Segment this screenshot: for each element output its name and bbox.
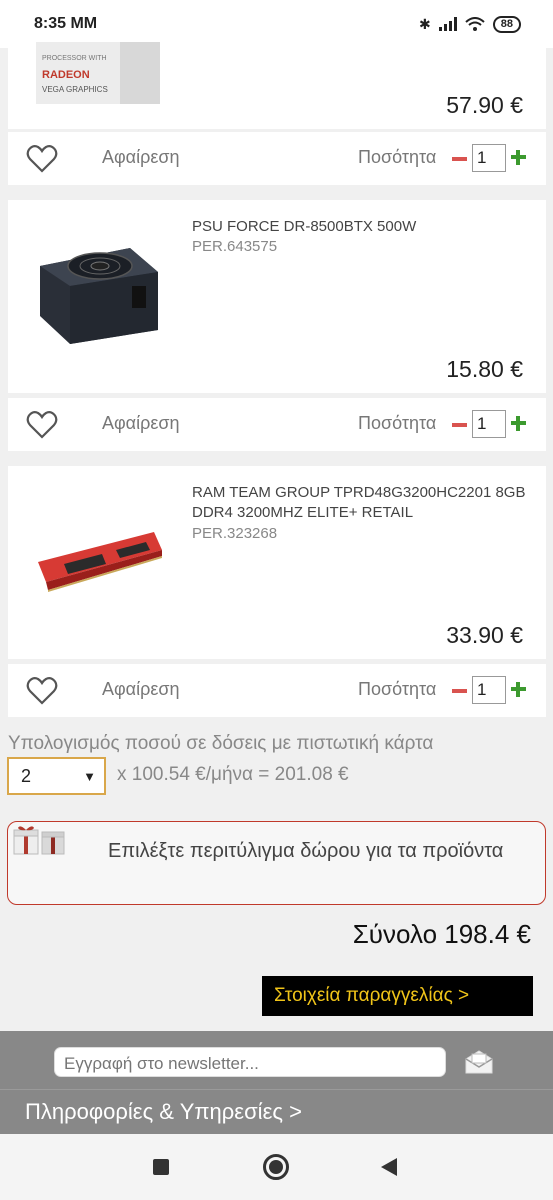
quantity-label: Ποσότητα: [358, 147, 437, 167]
wishlist-heart-icon[interactable]: [26, 144, 58, 174]
quantity-label: Ποσότητα: [358, 679, 437, 699]
cart-item-card: RAM TEAM GROUP TPRD48G3200HC2201 8GB DDR…: [8, 466, 546, 659]
remove-button[interactable]: Αφαίρεση: [102, 413, 179, 434]
bluetooth-icon: ✱: [419, 15, 431, 32]
cart-item-card: PSU FORCE DR-8500BTX 500W PER.643575 15.…: [8, 200, 546, 393]
wishlist-heart-icon[interactable]: [26, 410, 58, 440]
remove-button[interactable]: Αφαίρεση: [102, 679, 179, 700]
info-services-link[interactable]: Πληροφορίες & Υπηρεσίες >: [25, 1099, 302, 1125]
envelope-icon[interactable]: [464, 1049, 494, 1075]
system-navigation-bar: [0, 1134, 553, 1200]
home-icon[interactable]: [263, 1154, 289, 1180]
product-name[interactable]: RAM TEAM GROUP TPRD48G3200HC2201 8GB DDR…: [192, 483, 532, 523]
product-image: PROCESSOR WITH RADEON VEGA GRAPHICS: [36, 42, 160, 104]
quantity-label: Ποσότητα: [358, 413, 437, 433]
item-actions: Αφαίρεση Ποσότητα 1: [8, 398, 546, 451]
remove-button[interactable]: Αφαίρεση: [102, 147, 179, 168]
order-details-button[interactable]: Στοιχεία παραγγελίας >: [262, 976, 533, 1016]
signal-icon: [438, 17, 457, 31]
item-price: 33.90 €: [446, 622, 523, 648]
box-text-radeon: RADEON: [42, 69, 90, 81]
quantity-input[interactable]: 1: [472, 410, 506, 438]
installments-selected-value: 2: [21, 766, 32, 786]
status-icons: ✱ 88: [419, 15, 521, 33]
installments-label: Υπολογισμός ποσού σε δόσεις με πιστωτική…: [8, 733, 434, 754]
decrease-quantity-button[interactable]: [452, 157, 467, 161]
wifi-icon: [465, 16, 485, 31]
newsletter-bar: [0, 1031, 553, 1089]
battery-icon: 88: [492, 15, 521, 33]
box-text-vega: VEGA GRAPHICS: [42, 85, 108, 94]
cart-total: Σύνολο 198.4 €: [352, 919, 531, 949]
status-bar: 8:35 MM ✱ 88: [0, 0, 553, 48]
gift-wrap-label: Επιλέξτε περιτύλιγμα δώρου για τα προϊόν…: [108, 840, 504, 862]
quantity-input[interactable]: 1: [472, 144, 506, 172]
increase-quantity-button[interactable]: [511, 682, 526, 697]
status-time: 8:35 MM: [34, 15, 98, 32]
box-text-processor: PROCESSOR WITH: [42, 55, 107, 62]
info-services-bar[interactable]: Πληροφορίες & Υπηρεσίες >: [0, 1089, 553, 1134]
product-image: [40, 248, 158, 344]
product-code: PER.643575: [192, 238, 278, 255]
gift-wrap-option[interactable]: Επιλέξτε περιτύλιγμα δώρου για τα προϊόν…: [7, 821, 546, 905]
product-code: PER.323268: [192, 525, 278, 542]
cart-item-card: PROCESSOR WITH RADEON VEGA GRAPHICS 57.9…: [8, 42, 546, 129]
wishlist-heart-icon[interactable]: [26, 676, 58, 706]
newsletter-email-input[interactable]: [54, 1047, 446, 1077]
decrease-quantity-button[interactable]: [452, 423, 467, 427]
dropdown-caret-icon: ▼: [83, 769, 96, 784]
item-price: 57.90 €: [446, 92, 523, 118]
installments-calculation: x 100.54 €/μήνα = 201.08 €: [117, 764, 349, 785]
item-actions: Αφαίρεση Ποσότητα 1: [8, 132, 546, 185]
installments-select[interactable]: 2 ▼: [7, 757, 106, 795]
increase-quantity-button[interactable]: [511, 416, 526, 431]
recent-apps-icon[interactable]: [153, 1159, 169, 1175]
product-image: [38, 532, 162, 592]
product-name[interactable]: PSU FORCE DR-8500BTX 500W: [192, 217, 532, 237]
back-icon[interactable]: [381, 1158, 397, 1176]
item-actions: Αφαίρεση Ποσότητα 1: [8, 664, 546, 717]
quantity-input[interactable]: 1: [472, 676, 506, 704]
increase-quantity-button[interactable]: [511, 150, 526, 165]
decrease-quantity-button[interactable]: [452, 689, 467, 693]
item-price: 15.80 €: [446, 356, 523, 382]
